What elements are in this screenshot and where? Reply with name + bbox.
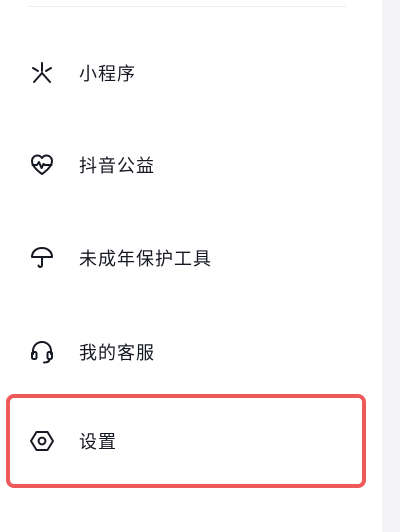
- mini-program-icon: [29, 60, 55, 86]
- menu-item-label: 小程序: [79, 64, 136, 85]
- menu-item-mini-program[interactable]: 小程序: [0, 43, 382, 103]
- menu-item-minor-protection[interactable]: 未成年保护工具: [0, 228, 382, 288]
- settings-hexagon-icon: [29, 428, 55, 454]
- menu-item-charity[interactable]: 抖音公益: [0, 135, 382, 195]
- divider: [28, 6, 346, 7]
- menu-item-label: 抖音公益: [79, 156, 155, 177]
- menu-item-settings[interactable]: 设置: [0, 411, 382, 471]
- menu-panel: 小程序 抖音公益 未成年保护工具 我的客服 设置: [0, 0, 382, 532]
- umbrella-icon: [29, 245, 55, 271]
- menu-item-label: 设置: [79, 432, 117, 453]
- menu-item-customer-service[interactable]: 我的客服: [0, 322, 382, 382]
- heart-pulse-icon: [29, 152, 55, 178]
- menu-item-label: 我的客服: [79, 343, 155, 364]
- headset-icon: [29, 339, 55, 365]
- menu-item-label: 未成年保护工具: [79, 249, 212, 270]
